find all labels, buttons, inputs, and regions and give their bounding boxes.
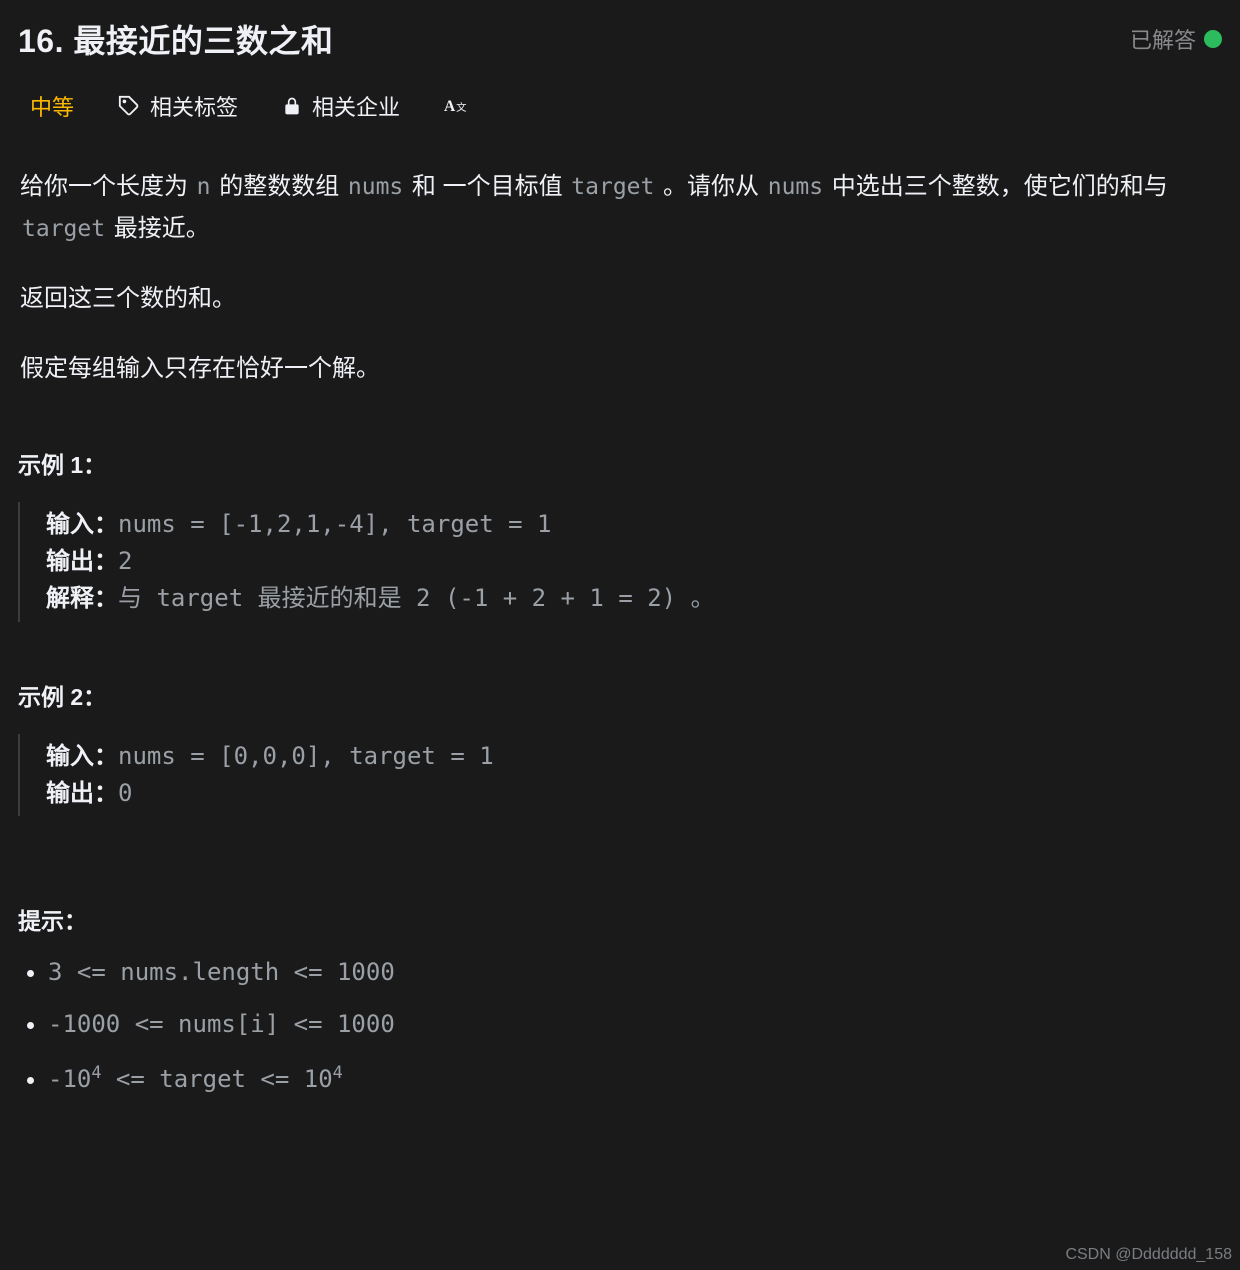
code-target: target [569, 174, 656, 200]
lock-icon [282, 96, 302, 116]
example-2-title: 示例 2： [18, 678, 1222, 712]
desc-paragraph-1: 给你一个长度为 n 的整数数组 nums 和 一个目标值 target 。请你从… [20, 166, 1220, 250]
tag-icon [118, 95, 140, 117]
font-size-icon: A文 [444, 95, 470, 117]
status-badge: 已解答 [1130, 23, 1222, 55]
hints-title: 提示： [18, 902, 1222, 936]
difficulty-badge[interactable]: 中等 [30, 90, 74, 122]
svg-text:文: 文 [456, 101, 467, 114]
example-2-output: 输出：0 [46, 775, 1222, 812]
header-row: 16. 最接近的三数之和 已解答 [18, 16, 1222, 62]
code-nums: nums [346, 174, 405, 200]
code-nums-2: nums [766, 174, 825, 200]
tags-link[interactable]: 相关标签 [118, 90, 238, 122]
example-2-block: 输入：nums = [0,0,0], target = 1 输出：0 [18, 734, 1222, 816]
watermark: CSDN @Ddddddd_158 [1065, 1246, 1232, 1264]
desc-paragraph-3: 假定每组输入只存在恰好一个解。 [20, 348, 1220, 390]
example-1-block: 输入：nums = [-1,2,1,-4], target = 1 输出：2 解… [18, 502, 1222, 622]
desc-paragraph-2: 返回这三个数的和。 [20, 278, 1220, 320]
tags-label: 相关标签 [150, 90, 238, 122]
example-2-input: 输入：nums = [0,0,0], target = 1 [46, 738, 1222, 775]
meta-row: 中等 相关标签 相关企业 A文 [18, 90, 1222, 122]
font-size-button[interactable]: A文 [444, 95, 470, 117]
constraint-3: -104 <= target <= 104 [48, 1062, 1222, 1093]
check-circle-icon [1204, 30, 1222, 48]
constraint-2: -1000 <= nums[i] <= 1000 [48, 1010, 1222, 1038]
code-n: n [195, 174, 213, 200]
svg-text:A: A [444, 98, 456, 115]
problem-description: 给你一个长度为 n 的整数数组 nums 和 一个目标值 target 。请你从… [18, 166, 1222, 390]
example-1-input: 输入：nums = [-1,2,1,-4], target = 1 [46, 506, 1222, 543]
example-1-title: 示例 1： [18, 446, 1222, 480]
companies-link[interactable]: 相关企业 [282, 90, 400, 122]
example-1-explain: 解释：与 target 最接近的和是 2 (-1 + 2 + 1 = 2) 。 [46, 580, 1222, 617]
constraints-list: 3 <= nums.length <= 1000 -1000 <= nums[i… [18, 958, 1222, 1093]
problem-container: 16. 最接近的三数之和 已解答 中等 相关标签 相关企业 A文 给你一个长 [0, 0, 1240, 1093]
code-target-2: target [20, 216, 107, 242]
companies-label: 相关企业 [312, 90, 400, 122]
example-1-output: 输出：2 [46, 543, 1222, 580]
status-label: 已解答 [1130, 23, 1196, 55]
problem-title: 16. 最接近的三数之和 [18, 16, 333, 62]
constraint-1: 3 <= nums.length <= 1000 [48, 958, 1222, 986]
